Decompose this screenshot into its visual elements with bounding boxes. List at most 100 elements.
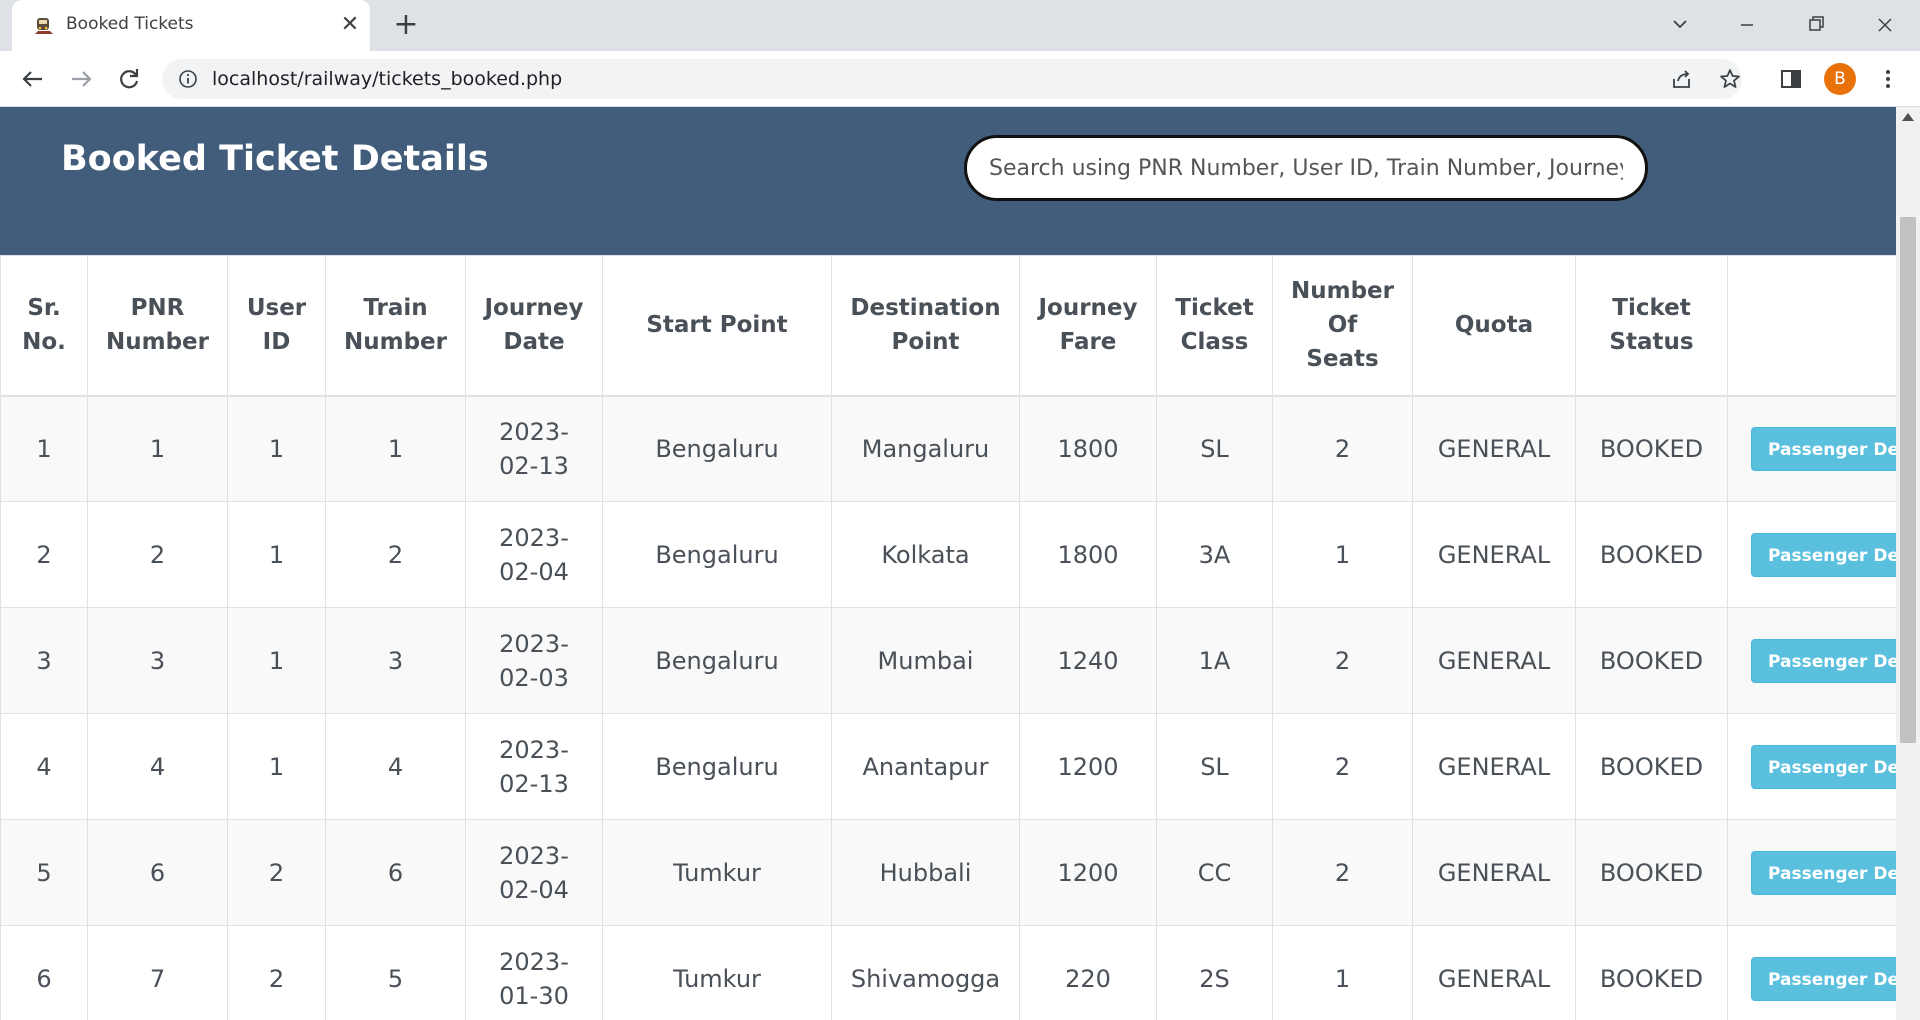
url-text[interactable]: localhost/railway/tickets_booked.php: [212, 68, 562, 90]
reload-icon[interactable]: [112, 62, 146, 96]
scroll-up-arrow-icon[interactable]: [1902, 113, 1914, 121]
column-header-line: User: [246, 295, 307, 322]
column-header: PNR Number: [87, 255, 228, 397]
window-close-icon[interactable]: [1865, 8, 1905, 42]
table-row: 5 6 2 6 2023- 02-04 Tumkur Hubbali 1200 CC 2 GENERA…: [0, 819, 1896, 926]
passenger-details-button[interactable]: Passenger Details: [1751, 426, 1896, 471]
browser-tab-strip: Booked Tickets ✕ +: [0, 0, 1920, 51]
column-header-line: Start Point: [646, 312, 788, 339]
cell-start-point: Bengaluru: [602, 395, 832, 502]
table-row: 3 3 1 3 2023- 02-03 Bengaluru Mumbai 1240 1A 2 GENE…: [0, 607, 1896, 714]
cell-start-point: Tumkur: [602, 925, 832, 1020]
cell-number-of-seats: 1: [1272, 501, 1413, 608]
column-header: Quota: [1412, 255, 1576, 397]
journey-date-line: 2023-: [499, 417, 569, 446]
arrow-right-icon[interactable]: [64, 62, 98, 96]
cell-destination-point: Kolkata: [831, 501, 1020, 608]
scrollbar-thumb[interactable]: [1900, 217, 1916, 743]
column-header-line: Number: [106, 329, 209, 356]
cell-journey-date: 2023- 02-04: [465, 819, 603, 926]
cell-pnr-number: 6: [87, 819, 228, 926]
column-header-line: Number: [1291, 278, 1394, 305]
column-header: User ID: [227, 255, 326, 397]
cell-ticket-status: BOOKED: [1575, 713, 1728, 820]
cell-ticket-class: SL: [1156, 395, 1273, 502]
column-header-line: Of: [1327, 312, 1358, 339]
address-bar[interactable]: localhost/railway/tickets_booked.php: [162, 59, 1742, 99]
tab-close-icon[interactable]: ✕: [336, 11, 364, 39]
cell-train-number: 5: [325, 925, 466, 1020]
cell-action: Passenger Details: [1727, 501, 1896, 608]
cell-ticket-status: BOOKED: [1575, 607, 1728, 714]
cell-ticket-status: BOOKED: [1575, 501, 1728, 608]
cell-pnr-number: 1: [87, 395, 228, 502]
tickets-table: Sr. No. PNR Number User ID Train Number Journey D…: [0, 255, 1896, 1020]
cell-sr-no: 4: [0, 713, 88, 820]
share-icon[interactable]: [1670, 67, 1694, 91]
column-header: Journey Date: [465, 255, 603, 397]
search-input[interactable]: [964, 135, 1648, 201]
column-header-line: Sr.: [27, 295, 61, 322]
arrow-left-icon[interactable]: [16, 62, 50, 96]
passenger-details-button[interactable]: Passenger Details: [1751, 956, 1896, 1001]
passenger-details-button[interactable]: Passenger Details: [1751, 638, 1896, 683]
column-header: Sr. No.: [0, 255, 88, 397]
column-header: Ticket Class: [1156, 255, 1273, 397]
profile-avatar[interactable]: B: [1824, 63, 1856, 95]
new-tab-icon[interactable]: +: [390, 10, 422, 42]
passenger-details-button[interactable]: Passenger Details: [1751, 850, 1896, 895]
cell-quota: GENERAL: [1412, 713, 1576, 820]
browser-toolbar: localhost/railway/tickets_booked.php B: [0, 51, 1920, 107]
column-header-line: Status: [1609, 329, 1694, 356]
cell-journey-fare: 1240: [1019, 607, 1157, 714]
cell-start-point: Bengaluru: [602, 713, 832, 820]
cell-pnr-number: 2: [87, 501, 228, 608]
cell-user-id: 1: [227, 607, 326, 714]
column-header-line: Train: [363, 295, 428, 322]
train-favicon-icon: [32, 14, 56, 38]
column-header-line: PNR: [130, 295, 185, 322]
cell-ticket-status: BOOKED: [1575, 395, 1728, 502]
cell-number-of-seats: 2: [1272, 607, 1413, 714]
table-row: 6 7 2 5 2023- 01-30 Tumkur Shivamogga 220 2S 1 GENE…: [0, 925, 1896, 1020]
tab-title: Booked Tickets: [66, 14, 194, 34]
cell-destination-point: Mumbai: [831, 607, 1020, 714]
column-header-line: Ticket: [1612, 295, 1691, 322]
browser-tab[interactable]: Booked Tickets ✕: [12, 0, 370, 51]
page-viewport: Booked Ticket Details Sr. No. PNR Number Use…: [0, 107, 1920, 1020]
minimize-icon[interactable]: [1727, 8, 1767, 42]
column-header-line: Fare: [1059, 329, 1117, 356]
cell-train-number: 4: [325, 713, 466, 820]
kebab-menu-icon[interactable]: [1874, 65, 1902, 93]
restore-icon[interactable]: [1796, 8, 1836, 42]
cell-action: Passenger Details: [1727, 395, 1896, 502]
info-icon[interactable]: [178, 69, 198, 89]
cell-quota: GENERAL: [1412, 501, 1576, 608]
journey-date-line: 2023-: [499, 629, 569, 658]
table-body: 1 1 1 1 2023- 02-13 Bengaluru Mangaluru 1800 SL 2 G…: [0, 395, 1896, 1020]
column-header-line: Journey: [484, 295, 584, 322]
column-header-line: No.: [22, 329, 66, 356]
star-icon[interactable]: [1718, 67, 1742, 91]
side-panel-icon[interactable]: [1778, 66, 1804, 92]
cell-action: Passenger Details: [1727, 713, 1896, 820]
cell-journey-date: 2023- 02-13: [465, 713, 603, 820]
cell-start-point: Bengaluru: [602, 607, 832, 714]
passenger-details-button[interactable]: Passenger Details: [1751, 744, 1896, 789]
cell-ticket-status: BOOKED: [1575, 819, 1728, 926]
cell-number-of-seats: 2: [1272, 713, 1413, 820]
passenger-details-button[interactable]: Passenger Details: [1751, 532, 1896, 577]
page-scrollbar[interactable]: [1896, 107, 1920, 1020]
column-header-line: Destination: [850, 295, 1001, 322]
cell-journey-fare: 1800: [1019, 395, 1157, 502]
cell-sr-no: 2: [0, 501, 88, 608]
journey-date-line: 2023-: [499, 523, 569, 552]
tab-search-chevron-icon[interactable]: [1660, 8, 1700, 42]
cell-destination-point: Anantapur: [831, 713, 1020, 820]
cell-destination-point: Shivamogga: [831, 925, 1020, 1020]
cell-action: Passenger Details: [1727, 607, 1896, 714]
column-header: Number Of Seats: [1272, 255, 1413, 397]
cell-quota: GENERAL: [1412, 925, 1576, 1020]
column-header: Destination Point: [831, 255, 1020, 397]
journey-date-line: 02-03: [499, 663, 569, 692]
